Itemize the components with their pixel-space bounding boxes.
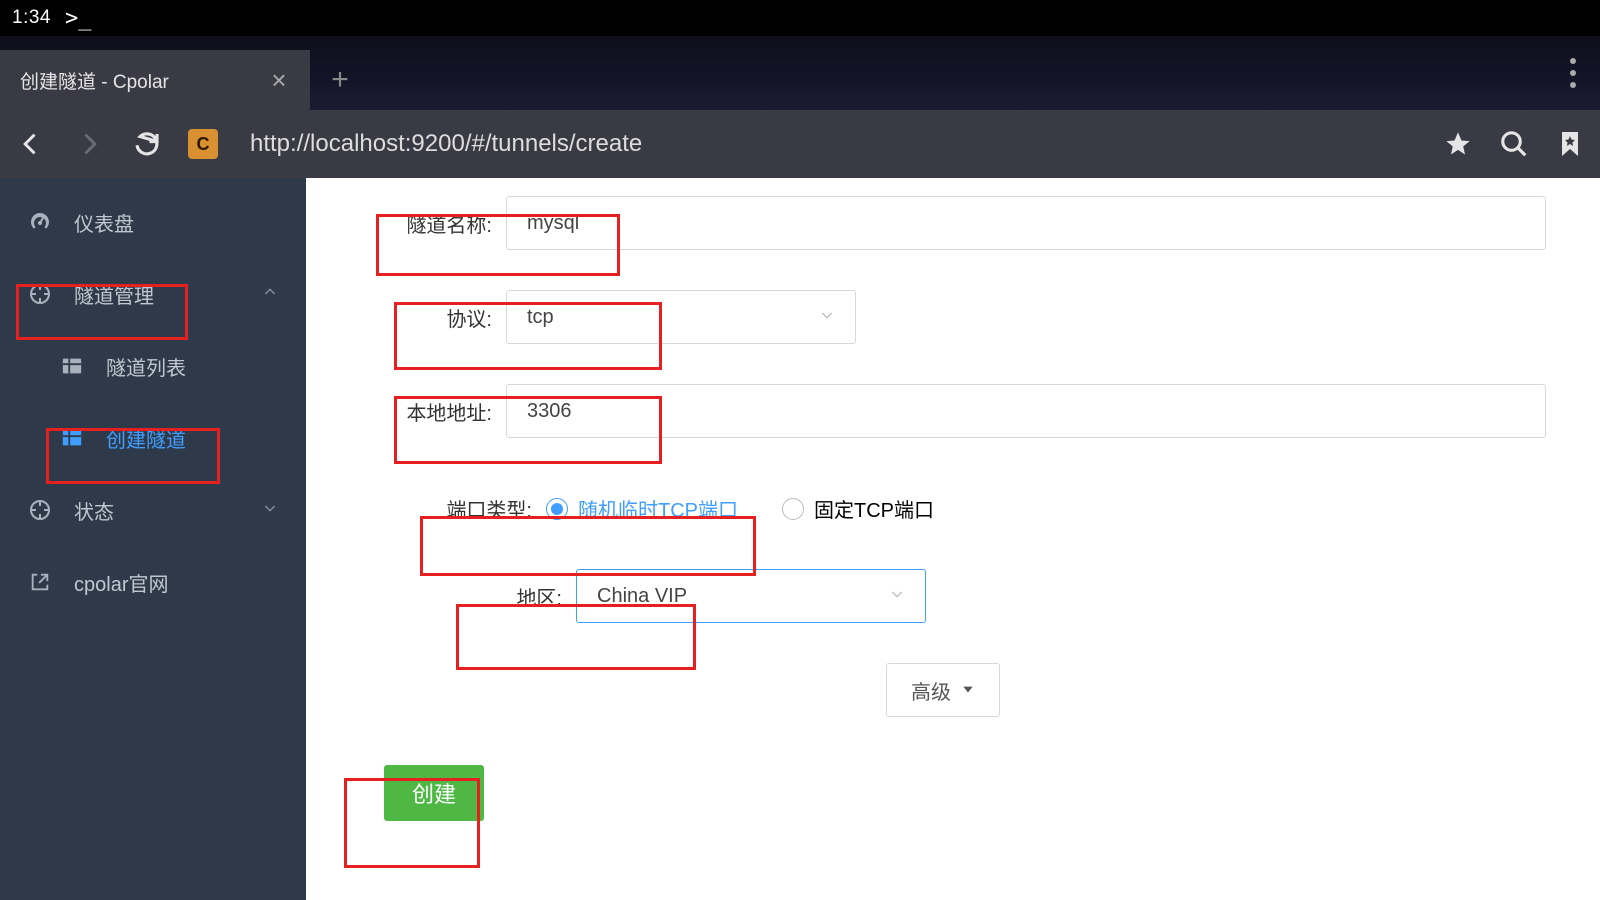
terminal-icon: >_	[65, 6, 92, 31]
sidebar-item-cpolar-site[interactable]: cpolar官网	[0, 546, 306, 618]
status-time: 1:34	[12, 7, 51, 29]
form-row-protocol: 协议: tcp	[366, 290, 1568, 344]
external-link-icon	[28, 570, 52, 594]
forward-button[interactable]	[72, 127, 106, 161]
browser-tabstrip: 创建隧道 - Cpolar × +	[0, 36, 1600, 110]
sidebar-item-dashboard[interactable]: 仪表盘	[0, 186, 306, 258]
browser-menu-icon[interactable]	[1570, 58, 1576, 88]
chevron-down-icon	[819, 306, 835, 329]
radio-label: 固定TCP端口	[814, 494, 934, 523]
local-addr-input[interactable]	[506, 384, 1546, 438]
gauge-icon	[28, 210, 52, 234]
url-bar[interactable]: http://localhost:9200/#/tunnels/create	[242, 124, 1418, 164]
new-tab-button[interactable]: +	[310, 50, 370, 110]
sidebar-item-create-tunnel[interactable]: 创建隧道	[0, 402, 306, 474]
create-button[interactable]: 创建	[384, 765, 484, 821]
advanced-button[interactable]: 高级	[886, 663, 1000, 717]
caret-down-icon	[961, 679, 975, 702]
tab-title: 创建隧道 - Cpolar	[20, 67, 268, 94]
radio-icon	[546, 498, 568, 520]
table-icon	[60, 354, 84, 378]
android-status-bar: 1:34 >_	[0, 0, 1600, 36]
target-icon	[28, 282, 52, 306]
protocol-label: 协议:	[366, 303, 506, 332]
target-icon	[28, 498, 52, 522]
main-content: 隧道名称: 协议: tcp 本地地址: 端口类型: 随机临时TC	[306, 178, 1600, 900]
close-icon[interactable]: ×	[268, 69, 290, 91]
local-addr-label: 本地地址:	[366, 397, 506, 426]
sidebar-item-status[interactable]: 状态	[0, 474, 306, 546]
region-value: China VIP	[597, 585, 687, 608]
port-type-label: 端口类型:	[406, 494, 546, 523]
back-button[interactable]	[14, 127, 48, 161]
region-select[interactable]: China VIP	[576, 569, 926, 623]
bookmark-icon[interactable]	[1554, 128, 1586, 160]
sidebar-item-label: cpolar官网	[74, 568, 168, 597]
radio-icon	[782, 498, 804, 520]
radio-label: 随机临时TCP端口	[578, 494, 738, 523]
page-body: 仪表盘 隧道管理 隧道列表 创建隧道	[0, 178, 1600, 900]
form-row-local-addr: 本地地址:	[366, 384, 1568, 438]
search-icon[interactable]	[1498, 128, 1530, 160]
star-icon[interactable]	[1442, 128, 1474, 160]
browser-tab-active[interactable]: 创建隧道 - Cpolar ×	[0, 50, 310, 110]
chevron-up-icon	[262, 283, 278, 306]
sidebar-item-label: 创建隧道	[106, 424, 186, 453]
sidebar-item-label: 隧道管理	[74, 280, 154, 309]
protocol-select[interactable]: tcp	[506, 290, 856, 344]
radio-fixed-port[interactable]: 固定TCP端口	[782, 494, 934, 523]
form-row-region: 地区: China VIP	[366, 569, 1568, 623]
form-row-advanced: 高级	[366, 663, 1568, 717]
sidebar-item-tunnel-list[interactable]: 隧道列表	[0, 330, 306, 402]
tunnel-name-input[interactable]	[506, 196, 1546, 250]
sidebar-item-label: 隧道列表	[106, 352, 186, 381]
reload-button[interactable]	[130, 127, 164, 161]
site-badge-icon: C	[188, 129, 218, 159]
form-row-tunnel-name: 隧道名称:	[366, 196, 1568, 250]
sidebar-item-label: 状态	[74, 496, 114, 525]
region-label: 地区:	[436, 582, 576, 611]
sidebar-item-tunnel-mgmt[interactable]: 隧道管理	[0, 258, 306, 330]
chevron-down-icon	[889, 585, 905, 608]
tunnel-name-label: 隧道名称:	[366, 209, 506, 238]
radio-random-port[interactable]: 随机临时TCP端口	[546, 494, 738, 523]
form-row-port-type: 端口类型: 随机临时TCP端口 固定TCP端口	[366, 494, 1568, 523]
browser-toolbar: C http://localhost:9200/#/tunnels/create	[0, 110, 1600, 178]
chevron-down-icon	[262, 499, 278, 522]
port-type-radio-group: 随机临时TCP端口 固定TCP端口	[546, 494, 934, 523]
advanced-label: 高级	[911, 676, 951, 705]
table-icon	[60, 426, 84, 450]
sidebar: 仪表盘 隧道管理 隧道列表 创建隧道	[0, 178, 306, 900]
protocol-value: tcp	[527, 306, 554, 329]
sidebar-item-label: 仪表盘	[74, 208, 134, 237]
